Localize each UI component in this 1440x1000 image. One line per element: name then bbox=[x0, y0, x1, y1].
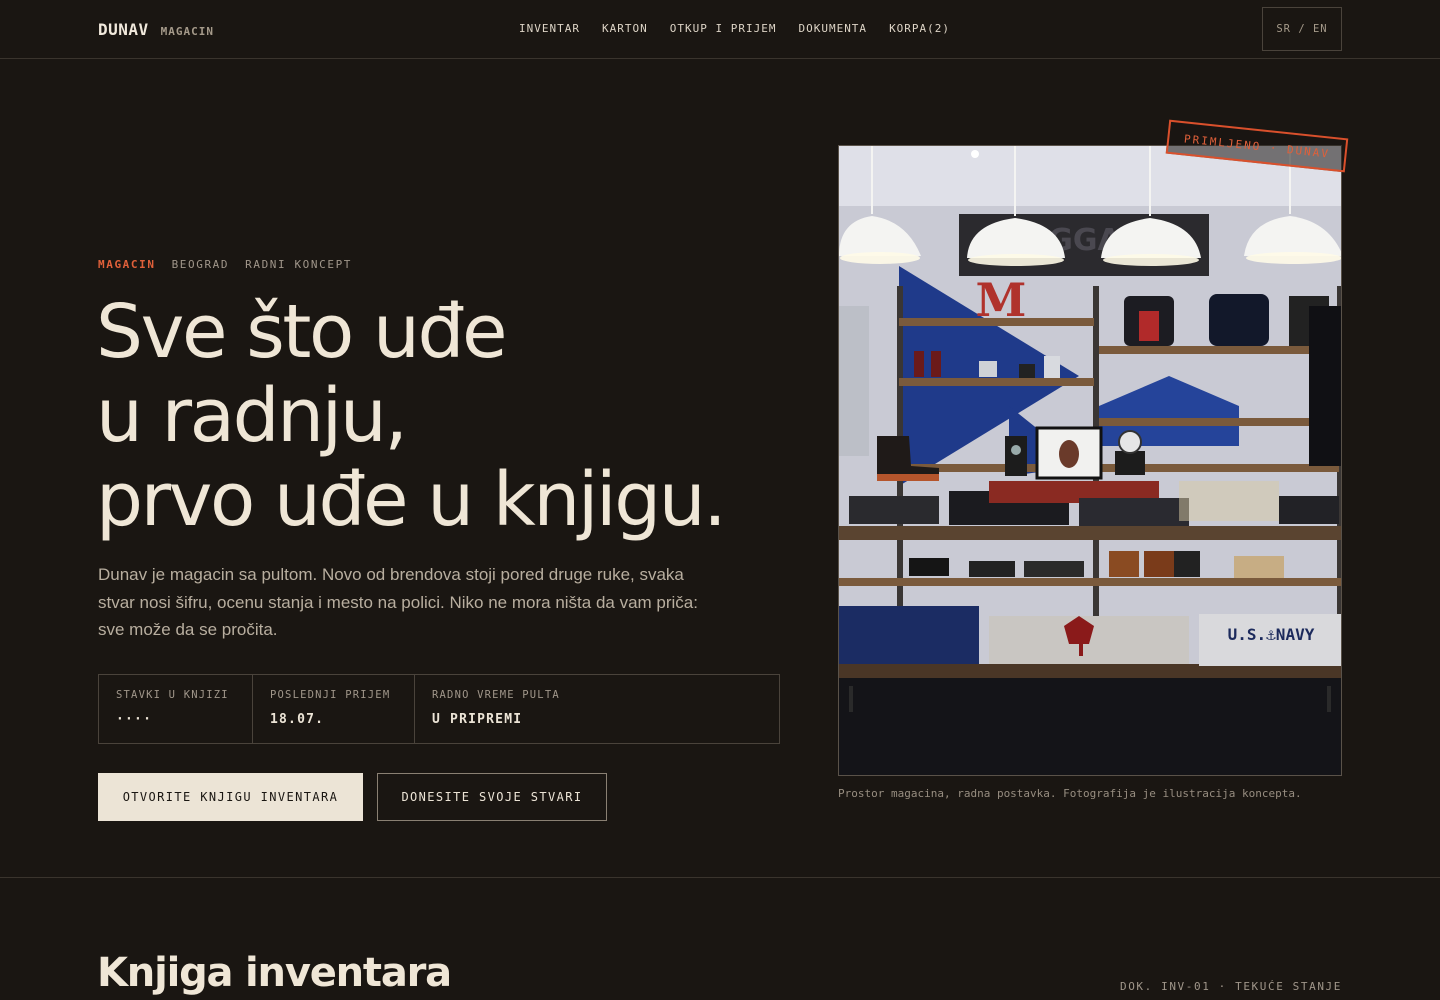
eyebrow-accent: MAGACIN bbox=[98, 258, 156, 271]
eyebrow-tag: RADNI KONCEPT bbox=[245, 258, 353, 271]
inventory-title: Knjiga inventara bbox=[97, 950, 452, 996]
stat-value: ···· bbox=[116, 712, 153, 727]
stat-label: RADNO VREME PULTA bbox=[432, 689, 560, 701]
hero-eyebrow: MAGACIN BEOGRAD RADNI KONCEPT bbox=[98, 258, 352, 271]
nav-dokumenta[interactable]: DOKUMENTA bbox=[798, 22, 867, 35]
top-bar: DUNAV MAGACIN INVENTAR KARTON OTKUP I PR… bbox=[0, 0, 1440, 59]
bring-items-button[interactable]: DONESITE SVOJE STVARI bbox=[377, 773, 607, 821]
stat-label: STAVKI U KNJIZI bbox=[116, 689, 229, 701]
stat-last-intake: POSLEDNJI PRIJEM 18.07. bbox=[253, 675, 415, 743]
nav-karton[interactable]: KARTON bbox=[602, 22, 648, 35]
photo-shirt-text: U.S.⚓NAVY bbox=[1228, 625, 1315, 644]
eyebrow-city: BEOGRAD bbox=[171, 258, 230, 271]
stat-counter-hours: RADNO VREME PULTA U PRIPREMI bbox=[415, 675, 779, 743]
open-inventory-button[interactable]: OTVORITE KNJIGU INVENTARA bbox=[98, 773, 363, 821]
hero-lead: Dunav je magacin sa pultom. Novo od bren… bbox=[98, 565, 698, 639]
nav-korpa[interactable]: KORPA(2) bbox=[889, 22, 950, 35]
main-nav: INVENTAR KARTON OTKUP I PRIJEM DOKUMENTA… bbox=[519, 22, 950, 35]
stat-value: U PRIPREMI bbox=[432, 712, 523, 727]
stat-items: STAVKI U KNJIZI ···· bbox=[99, 675, 253, 743]
stat-label: POSLEDNJI PRIJEM bbox=[270, 689, 391, 701]
nav-otkup-i-prijem[interactable]: OTKUP I PRIJEM bbox=[670, 22, 777, 35]
headline-line-3: prvo uđe u knjigu. bbox=[96, 457, 727, 543]
stats-strip: STAVKI U KNJIZI ···· POSLEDNJI PRIJEM 18… bbox=[98, 674, 780, 744]
stat-value: 18.07. bbox=[270, 712, 325, 727]
brand-name: DUNAV bbox=[98, 20, 149, 39]
language-switch[interactable]: SR / EN bbox=[1262, 7, 1342, 51]
headline-line-1: Sve što uđe bbox=[96, 289, 508, 375]
photo-caption: Prostor magacina, radna postavka. Fotogr… bbox=[838, 787, 1302, 800]
headline-line-2: u radnju, bbox=[96, 373, 408, 459]
section-divider bbox=[0, 877, 1440, 878]
store-photo: BAGGAGE M U.S.⚓NAVY bbox=[838, 145, 1342, 776]
brand-logo[interactable]: DUNAV MAGACIN bbox=[98, 20, 214, 39]
brand-subtitle: MAGACIN bbox=[160, 25, 215, 38]
nav-inventar[interactable]: INVENTAR bbox=[519, 22, 580, 35]
inventory-doc-ref: DOK. INV-01 · TEKUĆE STANJE bbox=[1119, 980, 1342, 993]
hero-headline: Sve što uđe u radnju, prvo uđe u knjigu. bbox=[96, 290, 816, 542]
